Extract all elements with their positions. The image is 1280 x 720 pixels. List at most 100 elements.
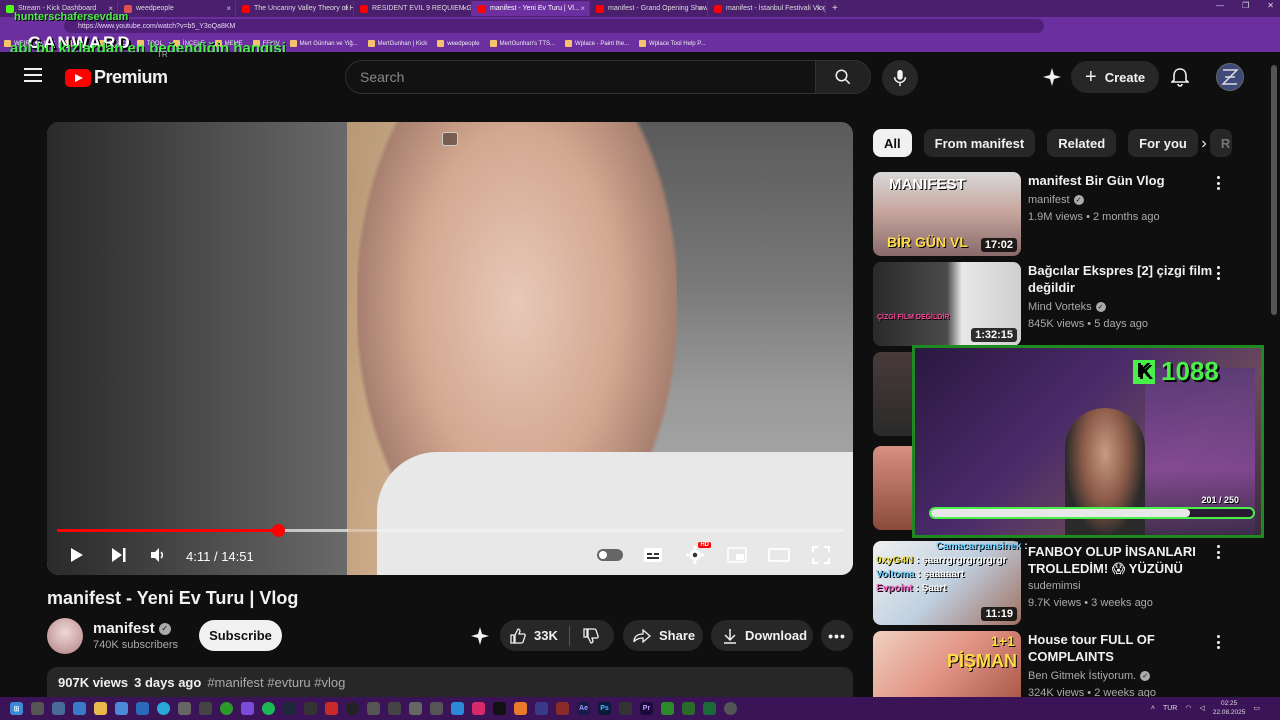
channel-name[interactable]: manifest ✓ bbox=[93, 620, 171, 637]
file-explorer-icon[interactable] bbox=[94, 702, 107, 715]
bookmark-item[interactable]: weedpeople bbox=[437, 40, 480, 47]
tab-close-icon[interactable]: × bbox=[816, 4, 821, 13]
bookmark-item[interactable]: MertGunhan's TTS... bbox=[489, 40, 555, 47]
tab-close-icon[interactable]: × bbox=[344, 4, 349, 13]
tab-close-icon[interactable]: × bbox=[698, 4, 703, 13]
voice-search-button[interactable] bbox=[882, 60, 918, 96]
recommendation-title[interactable]: House tour FULL OF COMPLAINTS bbox=[1028, 631, 1213, 665]
photoshop-icon[interactable]: Ps bbox=[598, 702, 611, 715]
more-vertical-icon[interactable] bbox=[1213, 264, 1223, 282]
app-icon[interactable] bbox=[430, 702, 443, 715]
recommendation-channel[interactable]: Ben Gitmek İstiyorum. ✓ bbox=[1028, 670, 1151, 682]
tab-close-icon[interactable]: × bbox=[580, 4, 585, 13]
filter-chip[interactable]: All bbox=[873, 129, 912, 157]
app-icon[interactable] bbox=[556, 702, 569, 715]
search-button[interactable] bbox=[815, 60, 871, 94]
after-effects-icon[interactable]: Ae bbox=[577, 702, 590, 715]
bookmark-item[interactable]: Wplace - Paint the... bbox=[565, 40, 629, 47]
settings-gear-icon[interactable] bbox=[724, 702, 737, 715]
obs-icon[interactable] bbox=[346, 702, 359, 715]
channel-avatar[interactable] bbox=[47, 618, 83, 654]
spotify-icon[interactable] bbox=[262, 702, 275, 715]
filter-chip[interactable]: For you bbox=[1128, 129, 1198, 157]
bookmark-item[interactable]: MertGunhan | Kick bbox=[367, 40, 427, 47]
new-tab-button[interactable]: + bbox=[832, 3, 838, 14]
description-box[interactable]: 907K views 3 days ago #manifest #evturu … bbox=[47, 667, 853, 697]
app-icon[interactable] bbox=[682, 702, 695, 715]
premiere-icon[interactable]: Pr bbox=[640, 702, 653, 715]
chevron-up-icon[interactable]: ˄ bbox=[1151, 705, 1155, 712]
browser-tab[interactable]: weedpeople × bbox=[118, 1, 236, 16]
ai-sparkle-icon[interactable] bbox=[1040, 65, 1064, 89]
app-icon[interactable] bbox=[535, 702, 548, 715]
subscribe-button[interactable]: Subscribe bbox=[199, 620, 282, 651]
windows-start-icon[interactable]: ⊞ bbox=[10, 702, 23, 715]
language-indicator[interactable]: TUR bbox=[1163, 705, 1177, 712]
more-vertical-icon[interactable] bbox=[1213, 543, 1223, 561]
browser-tab[interactable]: manifest - Yeni Ev Turu | Vl... × bbox=[472, 1, 590, 16]
recommendation-channel[interactable]: Mind Vorteks ✓ bbox=[1028, 301, 1106, 313]
browser-tab[interactable]: manifest - İstanbul Festivali Vlog... × bbox=[708, 1, 826, 16]
recommendation-item[interactable]: ÇİZGİ FİLM DEĞİLDİR 1:32:15 Bağcılar Eks… bbox=[873, 262, 1253, 346]
app-icon[interactable] bbox=[241, 702, 254, 715]
notifications-bell-icon[interactable] bbox=[1168, 65, 1192, 89]
yt-logo[interactable]: Premium bbox=[65, 67, 168, 88]
clock[interactable]: 02:25 22.08.2025 bbox=[1213, 699, 1246, 717]
create-button[interactable]: + Create bbox=[1071, 61, 1160, 93]
chevron-right-icon[interactable]: › bbox=[1193, 133, 1215, 155]
subtitles-button[interactable] bbox=[641, 544, 665, 566]
miniplayer-button[interactable] bbox=[725, 544, 749, 566]
widgets-icon[interactable] bbox=[73, 702, 86, 715]
like-button[interactable]: 33K bbox=[500, 625, 570, 646]
bookmark-item[interactable]: Wplace Tool Help P... bbox=[639, 40, 706, 47]
menu-icon[interactable] bbox=[24, 68, 42, 82]
recommendation-item[interactable]: MANIFEST BİR GÜN VL 17:02 manifest Bir G… bbox=[873, 172, 1253, 256]
video-player[interactable]: 4:11 / 14:51 HD bbox=[47, 122, 853, 575]
hashtags[interactable]: #manifest #evturu #vlog bbox=[207, 675, 345, 690]
steam-icon[interactable] bbox=[283, 702, 296, 715]
app-icon[interactable] bbox=[325, 702, 338, 715]
settings-button[interactable]: HD bbox=[683, 542, 711, 566]
more-vertical-icon[interactable] bbox=[1213, 633, 1223, 651]
app-icon[interactable] bbox=[367, 702, 380, 715]
tab-close-icon[interactable]: × bbox=[462, 4, 467, 13]
app-icon[interactable] bbox=[472, 702, 485, 715]
scrollbar-thumb[interactable] bbox=[1271, 65, 1277, 315]
maximize-icon[interactable]: ❐ bbox=[1242, 1, 1249, 10]
share-button[interactable]: Share bbox=[623, 620, 703, 651]
theater-mode-button[interactable] bbox=[767, 544, 791, 566]
filter-chip[interactable]: From manifest bbox=[923, 129, 1036, 157]
app-icon[interactable] bbox=[703, 702, 716, 715]
app-icon[interactable] bbox=[619, 702, 632, 715]
recommendation-title[interactable]: FANBOY OLUP İNSANLARI TROLLEDİM! 😱 YÜZÜN… bbox=[1028, 543, 1213, 579]
search-icon[interactable] bbox=[31, 702, 44, 715]
notification-icon[interactable]: ▭ bbox=[1253, 704, 1260, 712]
task-view-icon[interactable] bbox=[52, 702, 65, 715]
volume-button[interactable] bbox=[146, 544, 170, 566]
close-icon[interactable]: ✕ bbox=[1267, 1, 1274, 10]
dislike-button[interactable] bbox=[570, 626, 612, 646]
minimize-icon[interactable]: — bbox=[1216, 1, 1224, 10]
ask-ai-button[interactable] bbox=[470, 620, 494, 651]
url-bar[interactable]: https://www.youtube.com/watch?v=b5_Y3oQa… bbox=[64, 19, 1044, 33]
progress-bar[interactable] bbox=[57, 524, 843, 537]
app-icon[interactable] bbox=[388, 702, 401, 715]
app-icon[interactable] bbox=[136, 702, 149, 715]
recommendation-title[interactable]: manifest Bir Gün Vlog bbox=[1028, 172, 1213, 189]
app-icon[interactable] bbox=[493, 702, 506, 715]
autoplay-toggle[interactable] bbox=[595, 544, 625, 566]
recommendation-channel[interactable]: sudemimsi bbox=[1028, 580, 1081, 592]
app-icon[interactable] bbox=[451, 702, 464, 715]
video-thumbnail[interactable]: ÇİZGİ FİLM DEĞİLDİR 1:32:15 bbox=[873, 262, 1021, 346]
app-icon[interactable] bbox=[199, 702, 212, 715]
app-icon[interactable] bbox=[178, 702, 191, 715]
play-button[interactable] bbox=[65, 544, 89, 566]
more-actions-button[interactable]: ••• bbox=[821, 620, 853, 651]
app-icon[interactable] bbox=[304, 702, 317, 715]
bookmark-item[interactable]: Mert Günhan ve Yiğ... bbox=[289, 40, 358, 47]
more-vertical-icon[interactable] bbox=[1213, 174, 1223, 192]
next-button[interactable] bbox=[107, 544, 131, 566]
browser-tab[interactable]: RESIDENT EVIL 9 REQUIEM Game...× bbox=[354, 1, 472, 16]
wifi-icon[interactable]: ◠ bbox=[1185, 704, 1191, 712]
fullscreen-button[interactable] bbox=[809, 544, 833, 566]
